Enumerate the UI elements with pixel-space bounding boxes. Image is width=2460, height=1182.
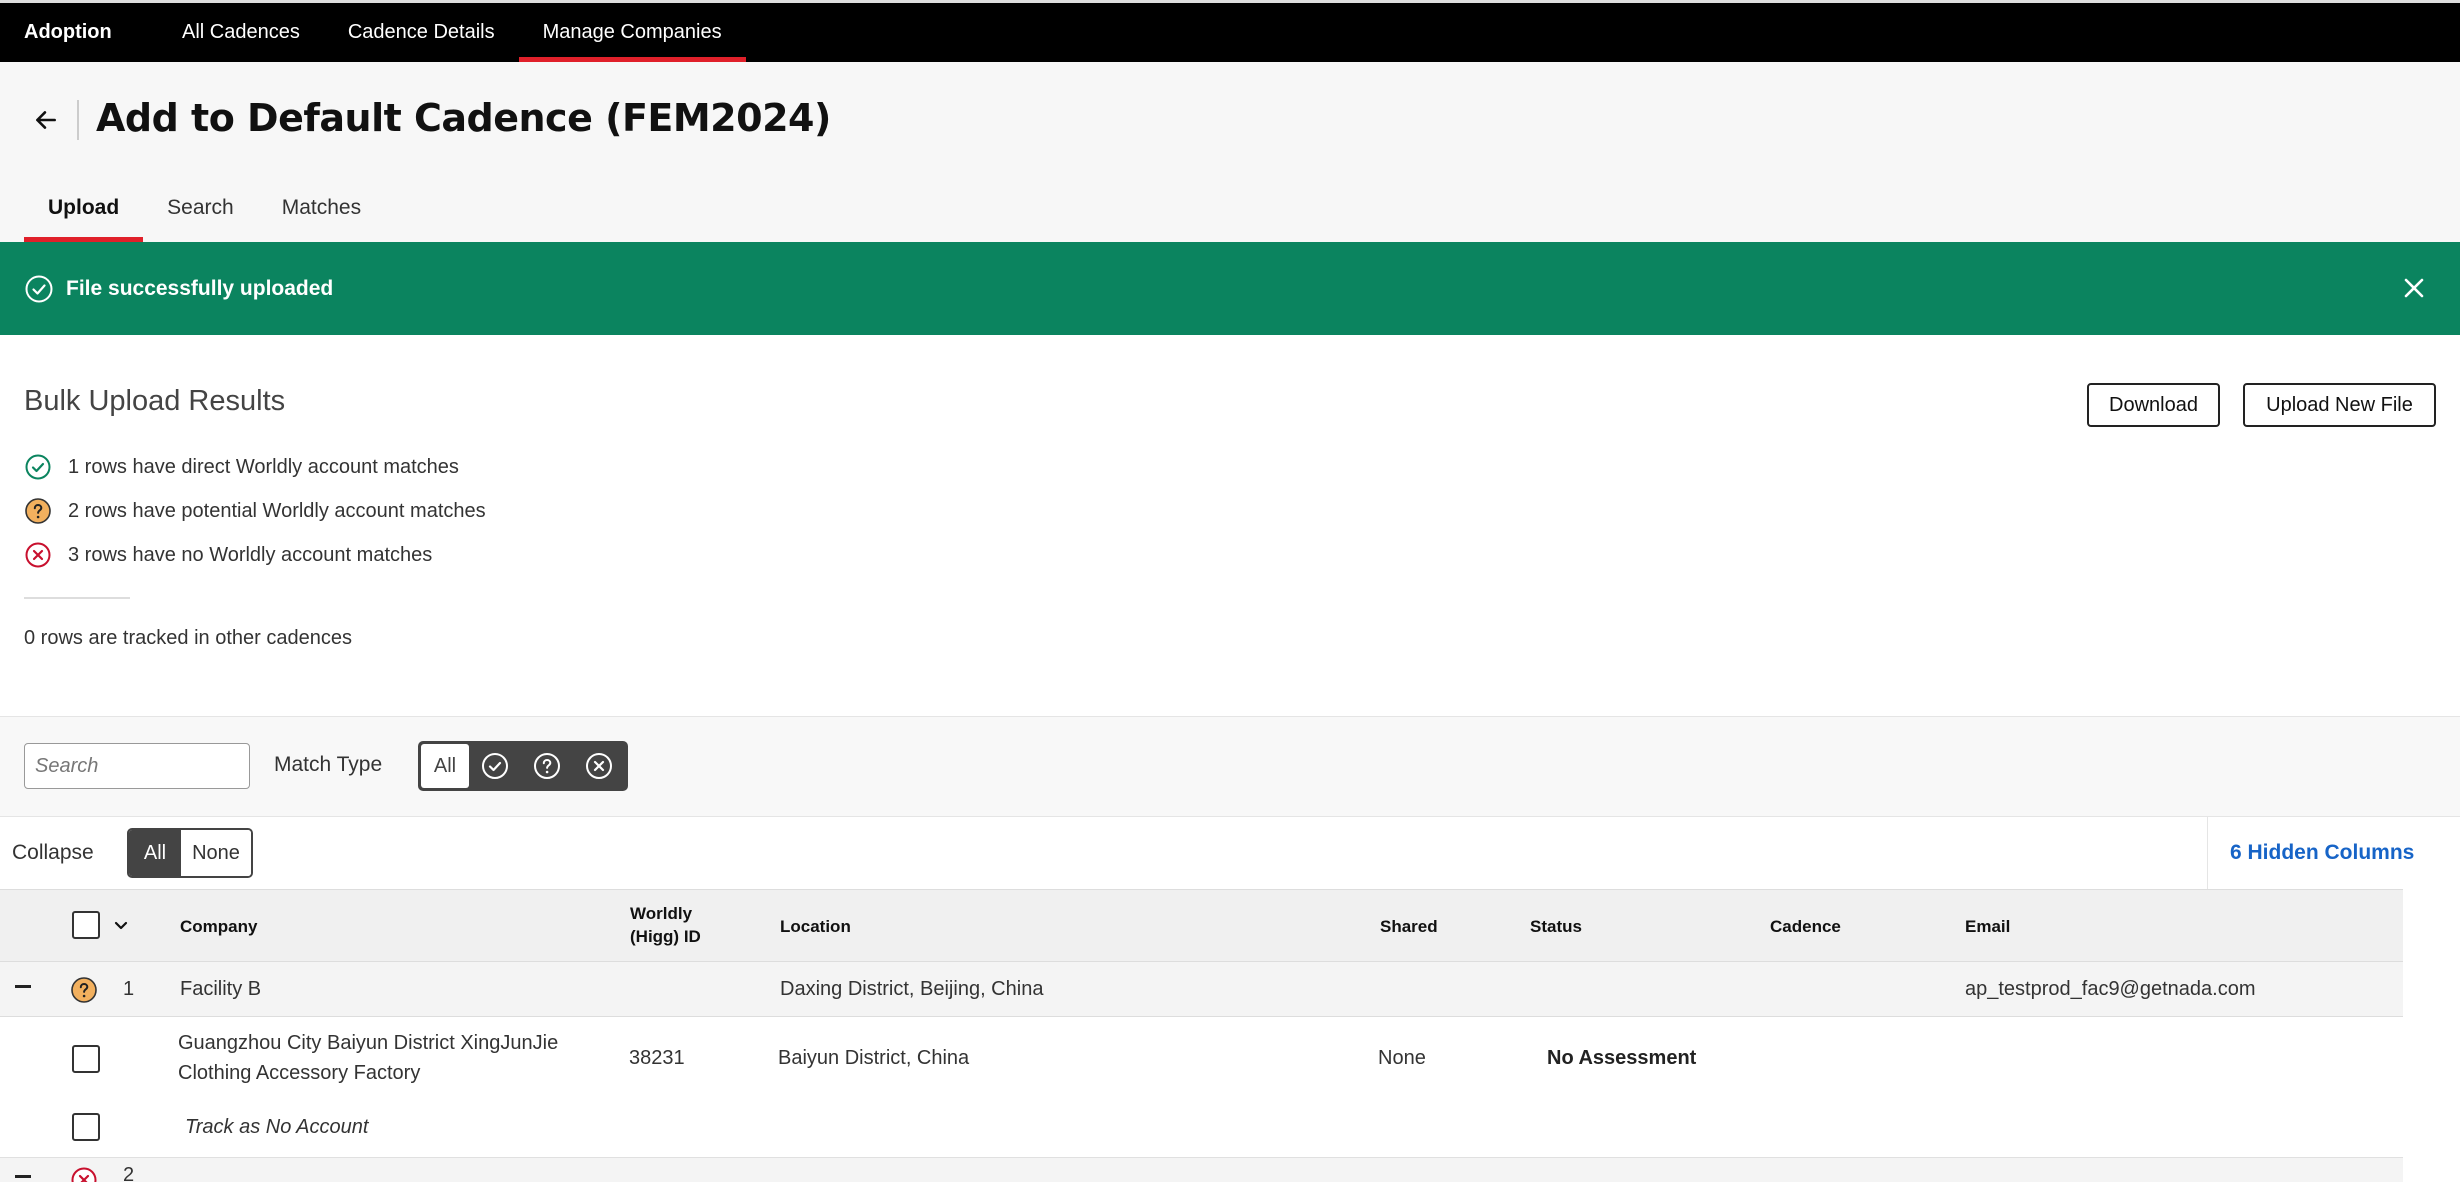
arrow-left-icon (36, 111, 56, 129)
select-all-checkbox[interactable] (72, 911, 100, 939)
tab-bar: Upload Search Matches (24, 174, 385, 242)
check-circle-icon (25, 275, 53, 302)
results-divider (24, 597, 130, 599)
hidden-columns-label: 6 Hidden Columns (2230, 841, 2415, 864)
x-circle-icon (25, 542, 51, 568)
tab-matches[interactable]: Matches (258, 174, 385, 242)
back-button[interactable] (28, 102, 64, 138)
track-no-account-checkbox[interactable] (72, 1113, 100, 1141)
check-circle-icon (482, 753, 508, 779)
top-navigation: Adoption All Cadences Cadence Details Ma… (0, 0, 2460, 62)
question-circle-icon (71, 977, 97, 1003)
collapse-toggle: All None (127, 828, 253, 878)
brand-title[interactable]: Adoption (0, 3, 158, 62)
collapse-minus-icon[interactable] (14, 984, 32, 990)
search-input[interactable] (24, 743, 250, 789)
banner-message: File successfully uploaded (66, 276, 334, 300)
tab-search[interactable]: Search (143, 174, 258, 242)
row-checkbox[interactable] (72, 1045, 100, 1073)
match-type-none[interactable] (573, 744, 625, 788)
match-type-label: Match Type (274, 753, 383, 776)
collapse-label: Collapse (12, 841, 94, 864)
table-group-row[interactable]: 2 (0, 1158, 2403, 1182)
shared: None (1378, 1047, 1426, 1069)
row-index: 2 (123, 1164, 135, 1182)
column-header-worldly-id-line2[interactable]: (Higg) ID (630, 927, 701, 947)
match-type-toggle: All (418, 741, 628, 791)
collapse-minus-icon[interactable] (14, 1174, 32, 1180)
column-header-status[interactable]: Status (1530, 917, 1582, 937)
chevron-down-icon[interactable] (114, 920, 128, 932)
company-name-line1: Guangzhou City Baiyun District XingJunJi… (178, 1032, 559, 1054)
page-title: Add to Default Cadence (FEM2024) (96, 96, 831, 140)
upload-new-file-button[interactable]: Upload New File (2243, 383, 2436, 427)
stat-text: 3 rows have no Worldly account matches (68, 543, 433, 566)
page-header: Add to Default Cadence (FEM2024) Upload … (0, 62, 2460, 242)
match-type-potential[interactable] (521, 744, 573, 788)
location: Daxing District, Beijing, China (780, 978, 1044, 1000)
column-header-email[interactable]: Email (1965, 917, 2010, 937)
column-header-worldly-id-line1[interactable]: Worldly (630, 904, 692, 924)
collapse-all[interactable]: All (129, 830, 181, 876)
column-header-shared[interactable]: Shared (1380, 917, 1438, 937)
row-index: 1 (123, 978, 135, 1000)
location: Baiyun District, China (778, 1047, 970, 1069)
worldly-id: 38231 (629, 1047, 685, 1069)
table-header: Company Worldly (Higg) ID Location Share… (0, 889, 2403, 961)
table-group-row[interactable]: 1 Facility B Daxing District, Beijing, C… (0, 961, 2403, 1017)
download-button[interactable]: Download (2087, 383, 2220, 427)
check-circle-icon (25, 454, 51, 480)
match-type-all[interactable]: All (421, 744, 469, 788)
tracked-text: 0 rows are tracked in other cadences (24, 627, 352, 649)
nav-manage-companies[interactable]: Manage Companies (518, 3, 746, 62)
status: No Assessment (1547, 1047, 1697, 1069)
nav-all-cadences[interactable]: All Cadences (158, 3, 324, 62)
close-icon[interactable] (2398, 272, 2430, 304)
column-header-cadence[interactable]: Cadence (1770, 917, 1841, 937)
results-title: Bulk Upload Results (24, 385, 286, 417)
header-divider (77, 100, 79, 140)
x-circle-icon (71, 1167, 97, 1182)
stat-text: 1 rows have direct Worldly account match… (68, 455, 459, 478)
hidden-columns-button[interactable]: 6 Hidden Columns (2207, 817, 2414, 889)
bulk-upload-results: Bulk Upload Results Download Upload New … (0, 335, 2460, 717)
collapse-none[interactable]: None (181, 830, 251, 876)
company-name: Facility B (180, 978, 262, 1000)
x-circle-icon (586, 753, 612, 779)
collapse-bar: Collapse All None 6 Hidden Columns (0, 817, 2460, 889)
email: ap_testprod_fac9@getnada.com (1965, 978, 2256, 1000)
stat-no-matches: 3 rows have no Worldly account matches (24, 541, 432, 569)
match-type-direct[interactable] (469, 744, 521, 788)
stat-potential-matches: 2 rows have potential Worldly account ma… (24, 497, 486, 525)
company-name-line2: Clothing Accessory Factory (178, 1062, 421, 1084)
stat-text: 2 rows have potential Worldly account ma… (68, 499, 486, 522)
success-banner: File successfully uploaded (0, 242, 2460, 335)
question-circle-icon (534, 753, 560, 779)
nav-cadence-details[interactable]: Cadence Details (324, 3, 519, 62)
track-as-no-account-row[interactable]: Track as No Account (0, 1100, 2403, 1158)
track-no-account-label: Track as No Account (185, 1116, 369, 1138)
stat-direct-matches: 1 rows have direct Worldly account match… (24, 453, 459, 481)
tab-upload[interactable]: Upload (24, 174, 144, 242)
question-circle-icon (25, 498, 51, 524)
column-header-company[interactable]: Company (180, 917, 257, 937)
column-header-location[interactable]: Location (780, 917, 851, 937)
filter-bar: Match Type All (0, 717, 2460, 817)
